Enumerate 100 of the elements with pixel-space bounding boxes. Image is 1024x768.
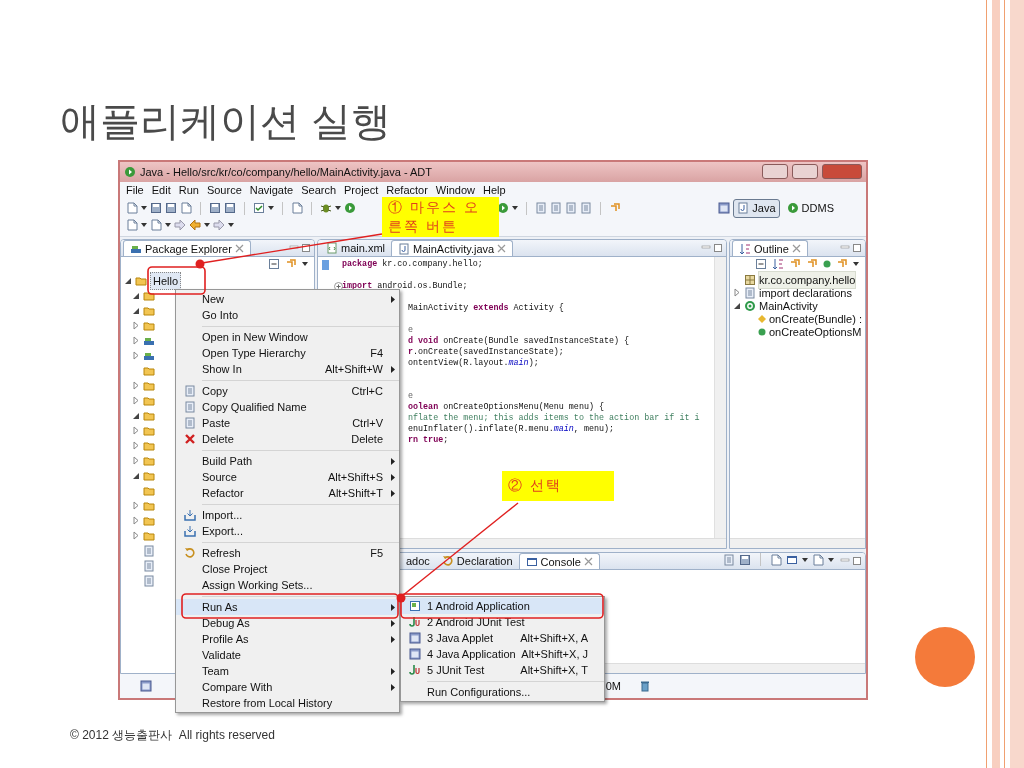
menu-item[interactable]: 1 Android Application: [401, 598, 604, 614]
expand-icon[interactable]: [133, 456, 140, 466]
menu-item[interactable]: Copy Qualified Name: [176, 399, 399, 415]
expand-icon[interactable]: [133, 426, 140, 436]
expand-icon[interactable]: [133, 516, 140, 526]
maximize-icon[interactable]: [852, 556, 862, 567]
menu-item[interactable]: 3 Java Applet Alt+Shift+X, A: [401, 630, 604, 646]
caret-icon[interactable]: [802, 557, 808, 562]
method-icon[interactable]: [823, 260, 831, 269]
close-icon[interactable]: [583, 557, 593, 567]
expand-icon[interactable]: [133, 396, 140, 406]
page-icon[interactable]: [150, 219, 162, 232]
menu-item[interactable]: Source Alt+Shift+S: [176, 469, 399, 485]
folder-icon[interactable]: [143, 529, 155, 542]
panel-tab[interactable]: Package Explorer: [123, 240, 251, 257]
menu-item[interactable]: Refresh F5: [176, 545, 399, 561]
maximize-icon[interactable]: [713, 243, 723, 254]
horizontal-scrollbar[interactable]: [730, 538, 865, 549]
maximize-icon[interactable]: [852, 243, 862, 254]
collapse-icon[interactable]: [133, 306, 140, 316]
perspective-button[interactable]: Java: [733, 199, 780, 218]
menu-item[interactable]: 4 Java Application Alt+Shift+X, J: [401, 646, 604, 662]
menu-item[interactable]: Go Into: [176, 307, 399, 323]
menu-item[interactable]: Navigate: [245, 181, 298, 198]
checkbox-icon[interactable]: [253, 202, 265, 215]
window-icon[interactable]: [140, 680, 152, 693]
menu-item[interactable]: Close Project: [176, 561, 399, 577]
folder-icon[interactable]: [143, 379, 155, 392]
folder-icon[interactable]: [143, 394, 155, 407]
menu-item[interactable]: Refactor: [382, 181, 432, 198]
menu-item[interactable]: Window: [431, 181, 479, 198]
maximize-icon[interactable]: [301, 243, 311, 254]
expand-icon[interactable]: [133, 381, 140, 391]
document-icon[interactable]: [143, 559, 155, 572]
page-icon[interactable]: [126, 219, 138, 232]
menu-item[interactable]: Compare With: [176, 679, 399, 695]
collapse-icon[interactable]: [734, 301, 741, 311]
document-icon[interactable]: [580, 202, 592, 215]
perspective-button[interactable]: DDMS: [782, 199, 838, 218]
folder-icon[interactable]: [143, 454, 155, 467]
window-icon[interactable]: [718, 202, 731, 215]
folder-icon[interactable]: [143, 514, 155, 527]
menu-item[interactable]: Open Type Hierarchy F4: [176, 345, 399, 361]
document-icon[interactable]: [143, 544, 155, 557]
caret-icon[interactable]: [853, 262, 859, 267]
menu-item[interactable]: Debug As: [176, 615, 399, 631]
menu-item[interactable]: Delete Delete: [176, 431, 399, 447]
menu-item[interactable]: Team: [176, 663, 399, 679]
menu-item[interactable]: Run Configurations...: [401, 684, 604, 700]
page-icon[interactable]: [291, 202, 303, 215]
caret-icon[interactable]: [302, 262, 308, 267]
panel-tab[interactable]: Outline: [732, 240, 808, 257]
page-icon[interactable]: [126, 202, 138, 215]
page-icon[interactable]: [180, 202, 192, 215]
menu-item[interactable]: Run: [174, 181, 203, 198]
menu-item[interactable]: Project: [340, 181, 383, 198]
tree-item[interactable]: Hello: [150, 271, 182, 291]
collapse-icon[interactable]: [133, 471, 140, 481]
menu-item[interactable]: Show In Alt+Shift+W: [176, 361, 399, 377]
menu-item[interactable]: Paste Ctrl+V: [176, 415, 399, 431]
expand-icon[interactable]: [133, 501, 140, 511]
expand-icon[interactable]: [133, 441, 140, 451]
menu-item[interactable]: Build Path: [176, 453, 399, 469]
console-icon[interactable]: [786, 553, 798, 566]
play-icon[interactable]: [344, 202, 356, 215]
page-icon[interactable]: [770, 553, 782, 566]
panel-tab[interactable]: MainActivity.java: [391, 240, 514, 257]
close-icon[interactable]: [234, 244, 244, 254]
vertical-scrollbar[interactable]: [714, 257, 726, 539]
bug-icon[interactable]: [320, 202, 332, 215]
menu-item[interactable]: Profile As: [176, 631, 399, 647]
folder-icon[interactable]: [143, 364, 155, 377]
close-icon[interactable]: [791, 244, 801, 254]
document-icon[interactable]: [535, 202, 547, 215]
trash-icon[interactable]: [639, 680, 651, 693]
close-button[interactable]: [822, 164, 862, 180]
maximize-button[interactable]: [792, 164, 818, 180]
menu-item[interactable]: Assign Working Sets...: [176, 577, 399, 593]
document-icon[interactable]: [723, 553, 735, 566]
menu-item[interactable]: Export...: [176, 523, 399, 539]
folder-icon[interactable]: [143, 439, 155, 452]
menu-item[interactable]: Source: [202, 181, 246, 198]
sort-icon[interactable]: [772, 258, 784, 271]
menu-item[interactable]: New: [176, 291, 399, 307]
menu-item[interactable]: Copy Ctrl+C: [176, 383, 399, 399]
folder-icon[interactable]: [143, 499, 155, 512]
menu-item[interactable]: Search: [297, 181, 341, 198]
expand-icon[interactable]: [133, 321, 140, 331]
caret-icon[interactable]: [828, 557, 834, 562]
menu-item[interactable]: Edit: [147, 181, 175, 198]
menu-item[interactable]: Restore from Local History: [176, 695, 399, 711]
panel-tab[interactable]: Declaration: [435, 553, 519, 570]
menu-item[interactable]: Help: [479, 181, 510, 198]
menu-item[interactable]: Open in New Window: [176, 329, 399, 345]
minus-box-icon[interactable]: [755, 258, 767, 271]
menu-item[interactable]: Run As: [176, 599, 399, 615]
panel-tab[interactable]: Console: [518, 553, 600, 570]
collapse-icon[interactable]: [125, 276, 132, 286]
collapse-icon[interactable]: [133, 291, 140, 301]
menu-item[interactable]: 5 JUnit Test Alt+Shift+X, T: [401, 662, 604, 678]
